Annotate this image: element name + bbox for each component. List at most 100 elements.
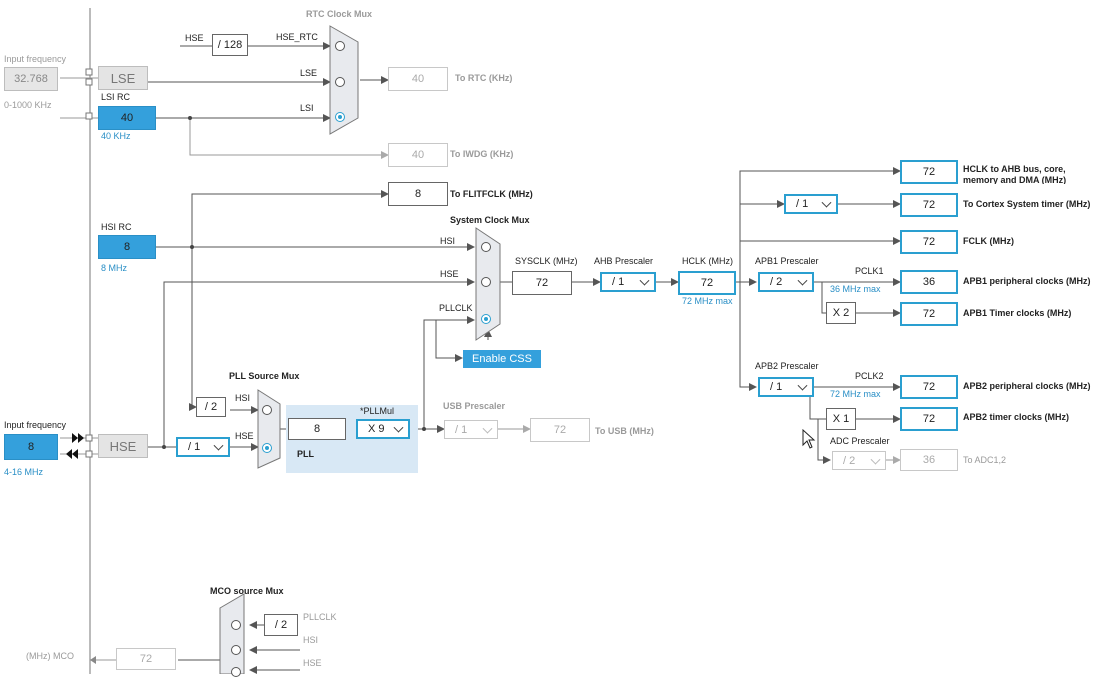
chevron-down-icon (482, 423, 493, 434)
pll-src-hse-label: HSE (235, 431, 254, 441)
mco-mux-title: MCO source Mux (210, 586, 284, 596)
fclk-value[interactable]: 72 (900, 230, 958, 254)
pll-source-mux-title: PLL Source Mux (229, 371, 300, 381)
hse-div-value: / 1 (188, 441, 201, 453)
apb2-prescaler-select[interactable]: / 1 (758, 377, 814, 397)
rtc-mux-lsi-radio[interactable] (335, 112, 345, 122)
rtc-output-label: To RTC (KHz) (455, 73, 513, 83)
rtc-div128: / 128 (212, 34, 248, 56)
usb-output-value: 72 (530, 418, 590, 442)
ahb-prescaler-select[interactable]: / 1 (600, 272, 656, 292)
mco-hse-label: HSE (303, 658, 322, 668)
mco-output-value: 72 (116, 648, 176, 670)
mco-mux-hsi-radio[interactable] (231, 645, 241, 655)
pclk2-max-label: 72 MHz max (830, 389, 881, 399)
rtc-mux-title: RTC Clock Mux (306, 9, 373, 19)
pll-input-value: 8 (288, 418, 346, 440)
cortex-div-value: / 1 (796, 198, 809, 210)
pclk1-max-label: 36 MHz max (830, 284, 881, 294)
cortex-timer-value[interactable]: 72 (900, 193, 958, 217)
hsi-freq-label: 8 MHz (101, 263, 128, 273)
hsi-rc-value[interactable]: 8 (98, 235, 156, 259)
rtc-mux-lse-radio[interactable] (335, 77, 345, 87)
sys-mux-hsi-radio[interactable] (481, 242, 491, 252)
chevron-down-icon (797, 380, 808, 391)
hse-div-select[interactable]: / 1 (176, 437, 230, 457)
sysclk-title: SYSCLK (MHz) (515, 256, 578, 266)
apb1-periph-label: APB1 peripheral clocks (MHz) (963, 276, 1091, 286)
iwdg-output-value: 40 (388, 143, 448, 167)
mco-mux-hse-radio[interactable] (231, 667, 241, 677)
lse-oscillator[interactable]: LSE (98, 66, 148, 90)
pll-hsi-div: / 2 (196, 397, 226, 417)
apb1-prescaler-value: / 2 (770, 276, 783, 288)
sysclk-value: 72 (512, 271, 572, 295)
apb2-timer-value[interactable]: 72 (900, 407, 958, 431)
pclk1-label: PCLK1 (855, 266, 884, 276)
pll-mul-title: *PLLMul (360, 406, 395, 416)
apb2-prescaler-title: APB2 Prescaler (755, 361, 819, 371)
iwdg-output-label: To IWDG (KHz) (450, 149, 514, 159)
apb1-timer-value[interactable]: 72 (900, 302, 958, 326)
rtc-hse-rtc-label: HSE_RTC (276, 32, 318, 42)
chevron-down-icon (639, 275, 650, 286)
usb-output-label: To USB (MHz) (595, 426, 654, 436)
pclk2-label: PCLK2 (855, 371, 884, 381)
chevron-down-icon (797, 275, 808, 286)
mco-hsi-label: HSI (303, 635, 319, 645)
adc-prescaler-title: ADC Prescaler (830, 436, 890, 446)
lse-input-value[interactable]: 32.768 (4, 67, 58, 91)
adc-prescaler-select[interactable]: / 2 (832, 451, 886, 470)
flitfclk-label: To FLITFCLK (MHz) (450, 189, 533, 199)
apb2-prescaler-value: / 1 (770, 381, 783, 393)
hsi-rc-title: HSI RC (101, 222, 132, 232)
cortex-div-select[interactable]: / 1 (784, 194, 838, 214)
apb2-periph-label: APB2 peripheral clocks (MHz) (963, 381, 1091, 391)
lse-range-label: 0-1000 KHz (4, 100, 52, 110)
sys-mux-pllclk-label: PLLCLK (439, 303, 473, 313)
mco-mux-pll-radio[interactable] (231, 620, 241, 630)
chevron-down-icon (393, 422, 404, 433)
apb1-timer-mult: X 2 (826, 302, 856, 324)
pll-src-hsi-radio[interactable] (262, 405, 272, 415)
apb1-prescaler-title: APB1 Prescaler (755, 256, 819, 266)
chevron-down-icon (870, 454, 881, 465)
rtc-lsi-label: LSI (300, 103, 314, 113)
ahb-bus-label-line1: HCLK to AHB bus, core, (963, 164, 1066, 174)
apb2-periph-value[interactable]: 72 (900, 375, 958, 399)
pll-src-hse-radio[interactable] (262, 443, 272, 453)
hse-input-freq-label: Input frequency (4, 420, 67, 430)
enable-css-button[interactable]: Enable CSS (463, 350, 541, 368)
sys-mux-hse-radio[interactable] (481, 277, 491, 287)
mco-pllclk-label: PLLCLK (303, 612, 337, 622)
rtc-output-value: 40 (388, 67, 448, 91)
pll-src-hsi-label: HSI (235, 393, 251, 403)
hse-range-label: 4-16 MHz (4, 467, 44, 477)
sys-mux-title: System Clock Mux (450, 215, 530, 225)
hclk-value[interactable]: 72 (678, 271, 736, 295)
pll-mul-select[interactable]: X 9 (356, 419, 410, 439)
hse-oscillator[interactable]: HSE (98, 434, 148, 458)
apb1-timer-label: APB1 Timer clocks (MHz) (963, 308, 1072, 318)
mco-pll-div: / 2 (264, 614, 298, 636)
usb-prescaler-select[interactable]: / 1 (444, 420, 498, 439)
apb2-timer-label: APB2 timer clocks (MHz) (963, 412, 1070, 422)
adc-output-value: 36 (900, 449, 958, 471)
apb1-prescaler-select[interactable]: / 2 (758, 272, 814, 292)
rtc-mux-hse-radio[interactable] (335, 41, 345, 51)
hclk-title: HCLK (MHz) (682, 256, 733, 266)
lsi-rc-value[interactable]: 40 (98, 106, 156, 130)
lsi-freq-label: 40 KHz (101, 131, 131, 141)
hse-input-value[interactable]: 8 (4, 434, 58, 460)
rtc-hse-label: HSE (185, 33, 204, 43)
sys-mux-pll-radio[interactable] (481, 314, 491, 324)
ahb-bus-value[interactable]: 72 (900, 160, 958, 184)
pll-label: PLL (297, 449, 314, 459)
usb-prescaler-title: USB Prescaler (443, 401, 506, 411)
sys-mux-hse-label: HSE (440, 269, 459, 279)
adc-output-label: To ADC1,2 (963, 455, 1007, 465)
apb1-periph-value[interactable]: 36 (900, 270, 958, 294)
chevron-down-icon (213, 440, 224, 451)
ahb-prescaler-value: / 1 (612, 276, 625, 288)
lsi-rc-title: LSI RC (101, 92, 131, 102)
